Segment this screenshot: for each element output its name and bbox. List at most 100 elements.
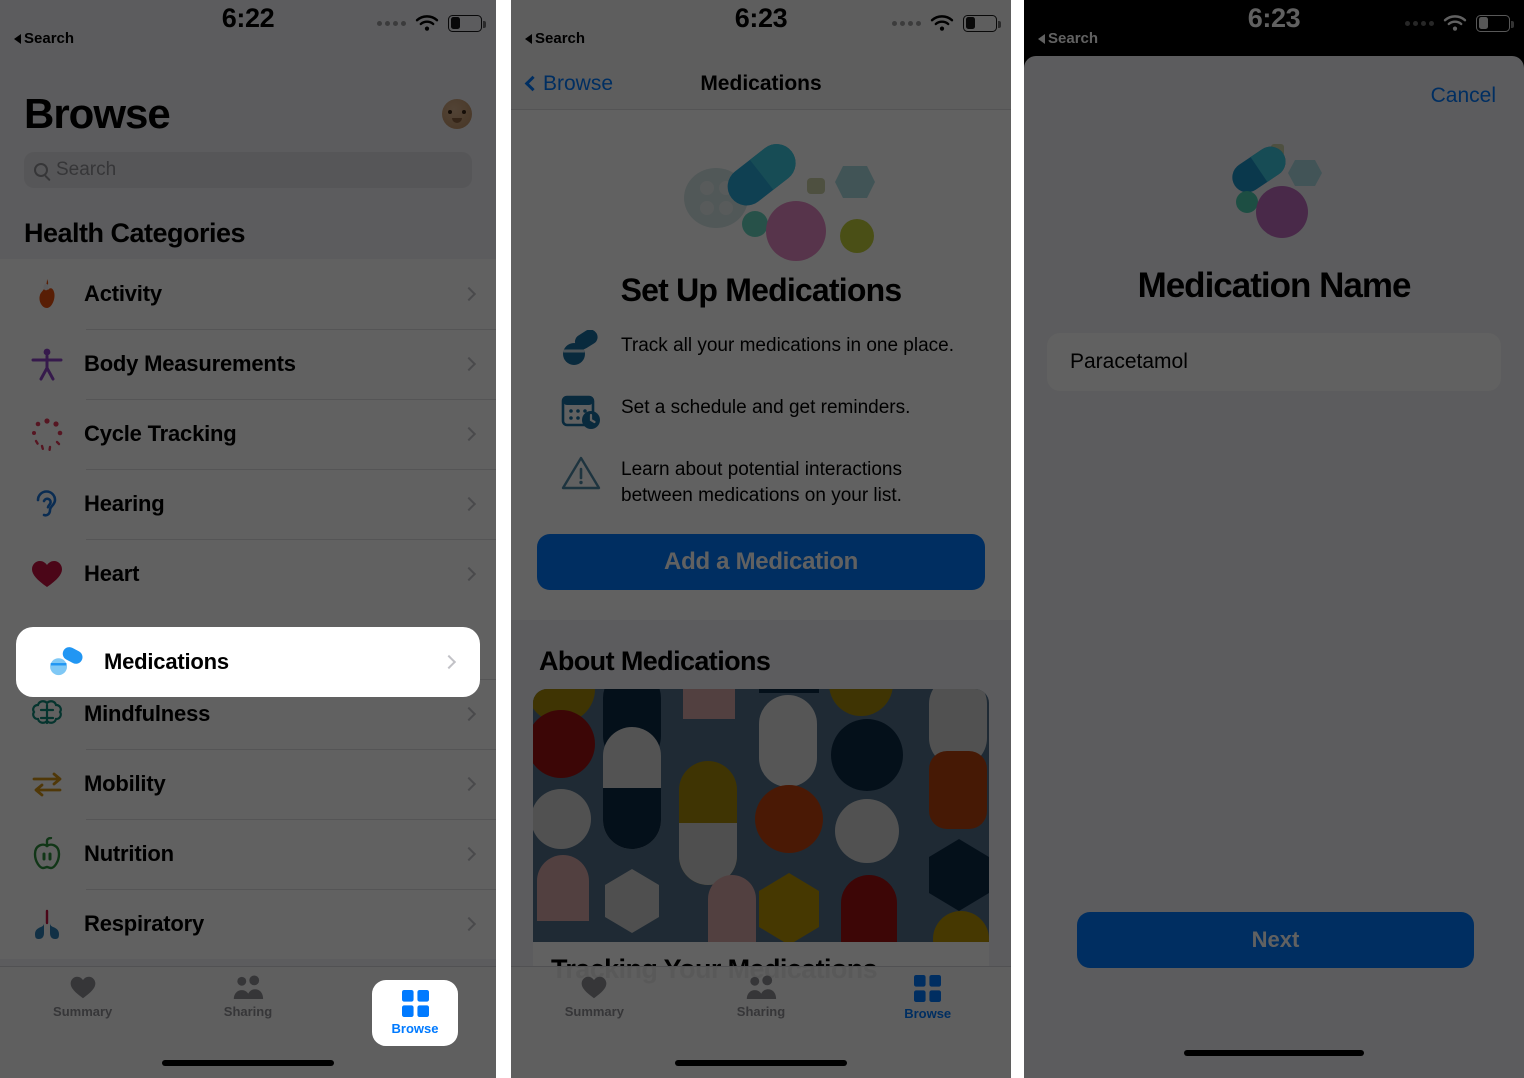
sheet-heading: Medication Name xyxy=(1137,266,1412,305)
section-header-health-categories: Health Categories xyxy=(24,218,246,248)
status-back-to-search[interactable]: Search xyxy=(525,30,585,47)
sidebar-item-nutrition[interactable]: Nutrition xyxy=(0,819,496,889)
search-icon xyxy=(34,163,48,177)
feature-text: Set a schedule and get reminders. xyxy=(621,397,911,418)
chevron-right-icon xyxy=(461,776,477,792)
browse-header: Browse xyxy=(0,58,496,138)
nav-title: Medications xyxy=(700,71,822,95)
chevron-right-icon xyxy=(461,356,477,372)
tab-label: Summary xyxy=(564,1004,624,1019)
sidebar-item-hearing[interactable]: Hearing xyxy=(0,469,496,539)
chevron-right-icon xyxy=(461,426,477,442)
tab-browse[interactable]: Browse xyxy=(844,975,1011,1021)
lungs-icon xyxy=(24,908,70,940)
status-indicators xyxy=(1405,14,1514,32)
tab-sharing[interactable]: Sharing xyxy=(165,975,330,1019)
panel-gap xyxy=(1011,0,1024,1078)
tab-bar: Summary Sharing Browse xyxy=(511,966,1011,1078)
sidebar-item-cycle-tracking[interactable]: Cycle Tracking xyxy=(0,399,496,469)
add-medication-sheet: Cancel Medication Name Paracetamol Next xyxy=(1024,56,1524,1078)
wifi-icon xyxy=(930,15,954,31)
heart-icon xyxy=(70,976,96,999)
grid-icon xyxy=(401,990,429,1017)
category-label: Nutrition xyxy=(84,841,174,866)
setup-card: Set Up Medications Track all your medica… xyxy=(511,110,1011,621)
sidebar-item-activity[interactable]: Activity xyxy=(0,259,496,329)
battery-icon xyxy=(1476,14,1514,32)
category-label: Mobility xyxy=(84,771,166,796)
chevron-right-icon xyxy=(461,566,477,582)
screenshot-stage: 6:22 Search Browse Search Health Categor… xyxy=(0,0,1524,1078)
warning-triangle-icon xyxy=(559,451,603,495)
ear-icon xyxy=(24,487,70,521)
sidebar-item-medications[interactable]: Medications xyxy=(20,631,476,693)
about-card[interactable]: Tracking Your Medications xyxy=(533,689,989,1006)
phone-panel-medications: 6:23 Search Browse Medications Set Up Me… xyxy=(511,0,1011,1078)
back-triangle-icon xyxy=(14,33,21,44)
chevron-right-icon xyxy=(461,916,477,932)
home-indicator xyxy=(675,1060,847,1066)
tab-label: Summary xyxy=(53,1004,113,1019)
status-indicators xyxy=(377,14,486,32)
home-indicator xyxy=(1184,1050,1364,1056)
sidebar-item-body-measurements[interactable]: Body Measurements xyxy=(0,329,496,399)
add-medication-button[interactable]: Add a Medication xyxy=(537,534,985,591)
avatar[interactable] xyxy=(442,99,472,129)
chevron-right-icon xyxy=(441,654,457,670)
tab-label: Browse xyxy=(904,1006,952,1021)
search-input[interactable]: Search xyxy=(24,152,472,188)
sidebar-item-mobility[interactable]: Mobility xyxy=(0,749,496,819)
heart-icon xyxy=(24,559,70,589)
category-label: Body Measurements xyxy=(84,351,296,376)
sidebar-item-heart[interactable]: Heart xyxy=(0,539,496,609)
tab-label: Sharing xyxy=(736,1004,786,1019)
search-placeholder: Search xyxy=(56,159,117,180)
brain-icon xyxy=(24,698,70,730)
pills-icon xyxy=(44,647,90,677)
pills-icon xyxy=(559,327,603,371)
tab-summary[interactable]: Summary xyxy=(0,975,165,1019)
scroll-area[interactable]: Set Up Medications Track all your medica… xyxy=(511,110,1011,1078)
feature-row: Set a schedule and get reminders. xyxy=(511,371,1011,433)
hero-heading: Set Up Medications xyxy=(620,272,903,308)
tab-summary[interactable]: Summary xyxy=(511,975,678,1019)
battery-icon xyxy=(448,14,486,32)
phone-panel-browse: 6:22 Search Browse Search Health Categor… xyxy=(0,0,496,1078)
navigation-bar: Browse Medications xyxy=(511,58,1011,110)
status-indicators xyxy=(892,14,1001,32)
next-button[interactable]: Next xyxy=(1077,912,1474,968)
status-back-label: Search xyxy=(535,30,586,47)
status-back-to-search[interactable]: Search xyxy=(14,30,74,47)
medication-name-value: Paracetamol xyxy=(1070,350,1188,373)
back-triangle-icon xyxy=(1038,33,1045,44)
cycle-icon xyxy=(24,417,70,451)
category-label: Mindfulness xyxy=(84,701,211,726)
apple-icon xyxy=(24,837,70,871)
cancel-button[interactable]: Cancel xyxy=(1431,84,1496,108)
feature-row: Track all your medications in one place. xyxy=(511,309,1011,371)
feature-text: Learn about potential interactions betwe… xyxy=(621,459,902,506)
signal-dots-icon xyxy=(1405,20,1434,26)
tab-browse[interactable]: Browse xyxy=(372,980,458,1046)
status-back-to-search[interactable]: Search xyxy=(1038,30,1098,47)
category-label: Respiratory xyxy=(84,911,205,936)
tab-sharing[interactable]: Sharing xyxy=(678,975,845,1019)
home-indicator xyxy=(162,1060,334,1066)
page-title: Browse xyxy=(24,90,171,137)
tab-label: Browse xyxy=(391,1021,439,1036)
feature-text: Track all your medications in one place. xyxy=(621,335,955,356)
category-label: Activity xyxy=(84,281,162,306)
category-label: Hearing xyxy=(84,491,165,516)
health-categories-list: Activity Body Measurements Cycle Trackin… xyxy=(0,259,496,959)
battery-icon xyxy=(963,14,1001,32)
heart-icon xyxy=(581,976,607,999)
status-back-label: Search xyxy=(24,30,75,47)
sidebar-item-respiratory[interactable]: Respiratory xyxy=(0,889,496,959)
category-label: Cycle Tracking xyxy=(84,421,237,446)
medication-name-input[interactable]: Paracetamol xyxy=(1050,336,1498,388)
tab-label: Sharing xyxy=(223,1004,273,1019)
back-triangle-icon xyxy=(525,33,532,44)
wifi-icon xyxy=(415,15,439,31)
status-bar: 6:23 Search xyxy=(1024,0,1524,58)
signal-dots-icon xyxy=(892,20,921,26)
